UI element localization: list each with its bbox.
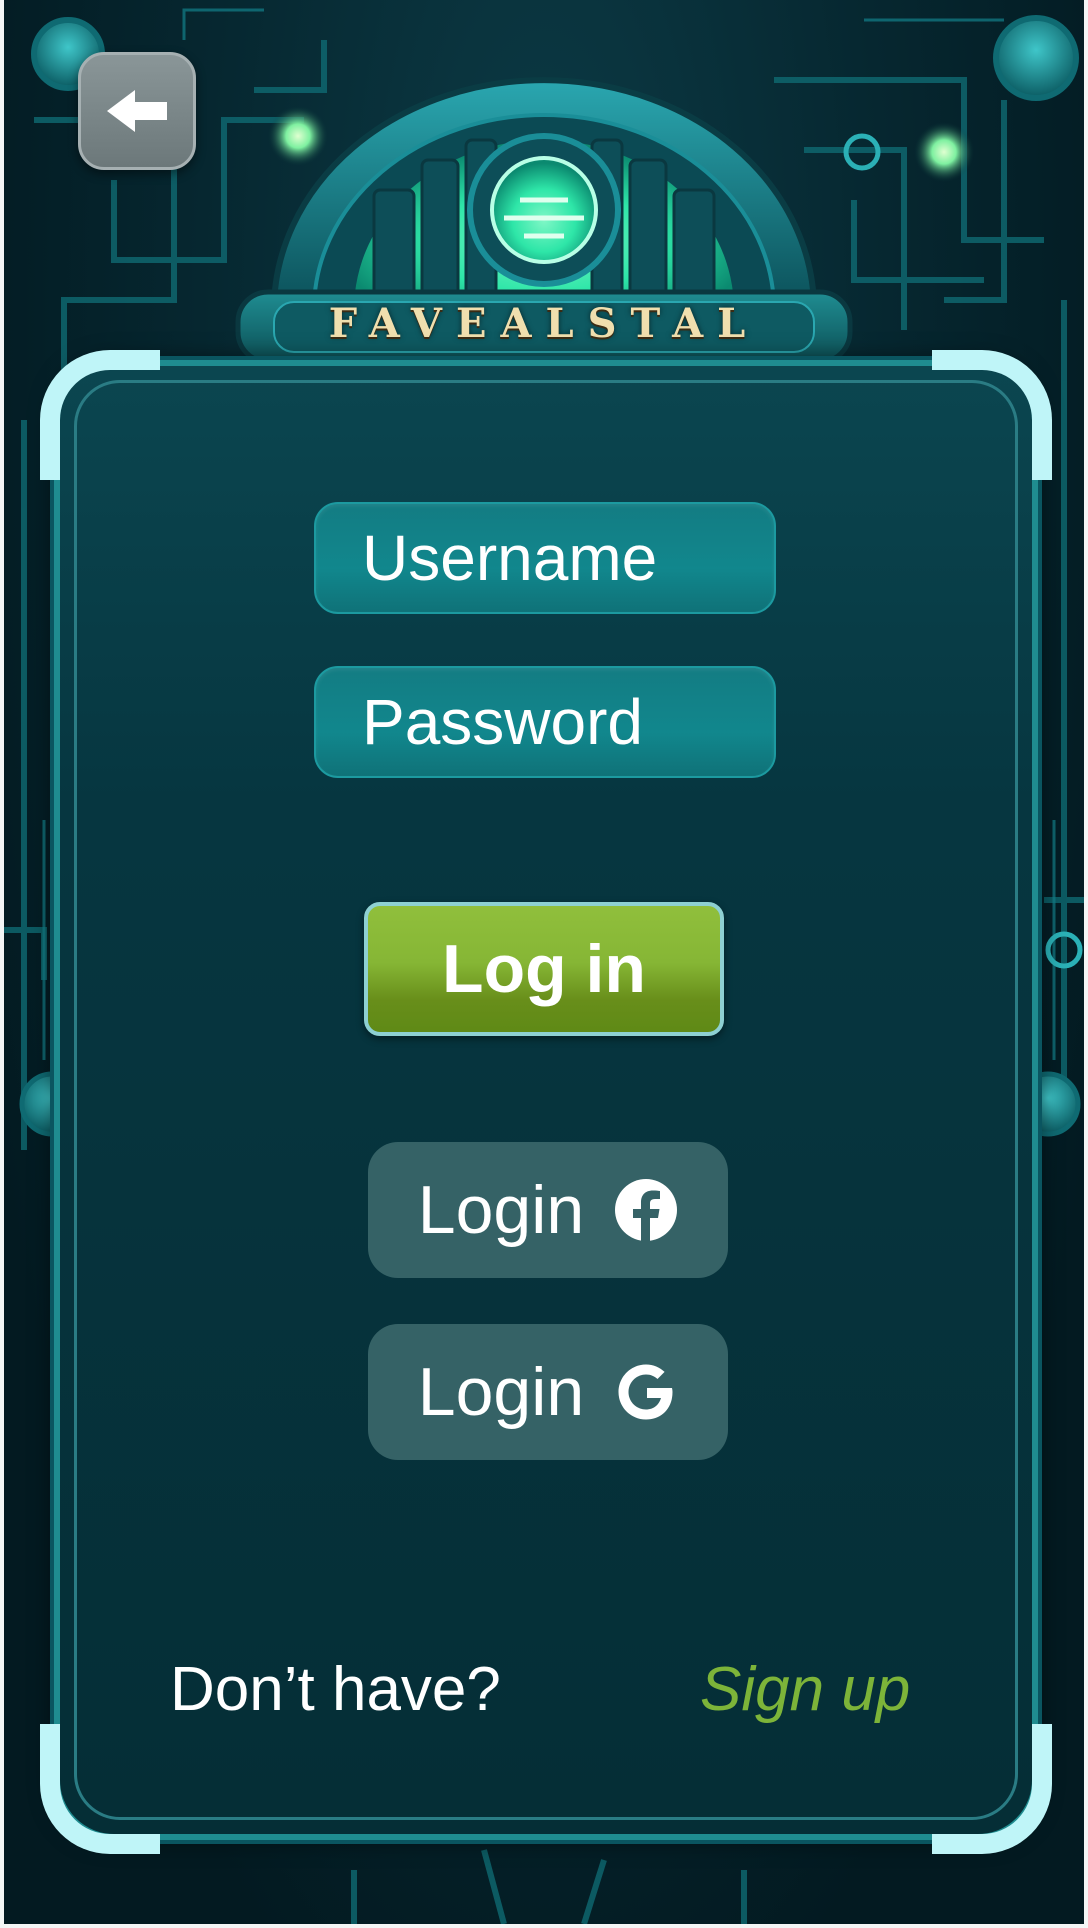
arrow-left-icon [107,90,167,132]
login-screen: FAVEALSTAL Username Password Log in Logi… [4,0,1084,1924]
google-login-button[interactable]: Login [368,1324,728,1460]
facebook-icon [615,1179,678,1242]
facebook-login-label: Login [417,1172,585,1248]
back-button[interactable] [78,52,196,170]
facebook-login-button[interactable]: Login [368,1142,728,1278]
google-login-label: Login [417,1354,585,1430]
username-placeholder: Username [362,522,658,594]
bottom-edge [0,1924,1088,1928]
sign-up-link[interactable]: Sign up [700,1652,910,1728]
log-in-label: Log in [442,931,646,1007]
password-field[interactable]: Password [314,666,776,778]
app-title: FAVEALSTAL [328,300,760,347]
password-placeholder: Password [362,686,643,758]
username-field[interactable]: Username [314,502,776,614]
google-icon [618,1364,673,1420]
log-in-button[interactable]: Log in [364,902,724,1036]
signup-prompt: Don’t have? [170,1655,501,1724]
